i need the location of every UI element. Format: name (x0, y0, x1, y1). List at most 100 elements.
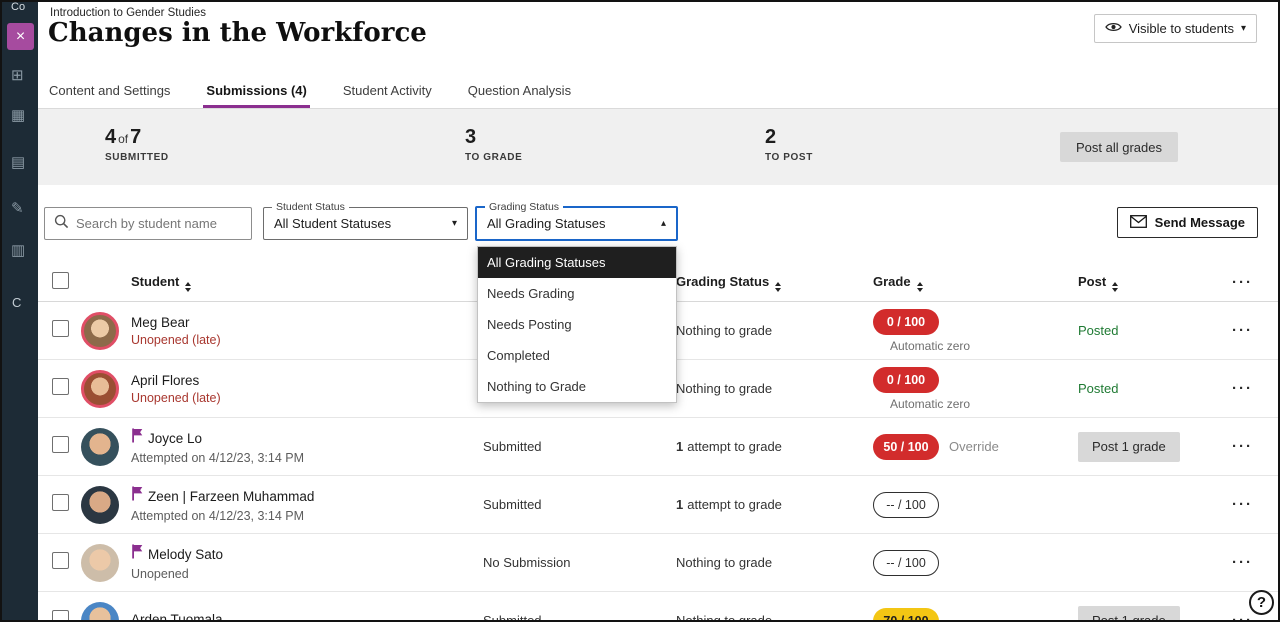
menu-item-all-grading-statuses[interactable]: All Grading Statuses (478, 247, 676, 278)
menu-item-needs-grading[interactable]: Needs Grading (478, 278, 676, 309)
grade-note: Automatic zero (890, 339, 1078, 353)
tab-submissions[interactable]: Submissions (4) (203, 72, 309, 108)
avatar (81, 370, 119, 408)
post-status: Posted (1078, 323, 1118, 338)
table-row: Joyce Lo Attempted on 4/12/23, 3:14 PM S… (38, 418, 1278, 476)
to-grade-stat: 3 TO GRADE (465, 126, 522, 163)
grading-status-text: Nothing to grade (676, 323, 772, 338)
submission-status: No Submission (483, 555, 676, 570)
rail-text-fragment: C (12, 295, 21, 310)
to-post-count: 2 (765, 126, 776, 148)
grading-status-menu: All Grading Statuses Needs Grading Needs… (477, 246, 677, 403)
grading-status-select[interactable]: Grading Status All Grading Statuses ▴ (475, 206, 678, 241)
select-all-checkbox[interactable] (52, 272, 69, 289)
student-status-label: Student Status (272, 201, 349, 213)
grade-note: Automatic zero (890, 397, 1078, 411)
send-message-label: Send Message (1155, 215, 1245, 230)
to-grade-label: TO GRADE (465, 152, 522, 163)
help-button[interactable]: ? (1249, 590, 1274, 615)
left-rail: Co × ⊞ ▦ ▤ ✎ ▥ C (2, 2, 38, 620)
row-menu-button[interactable]: ··· (1232, 322, 1253, 339)
grading-status-text: Nothing to grade (676, 555, 772, 570)
grade-pill: 0 / 100 (873, 309, 939, 335)
row-menu-button[interactable]: ··· (1232, 554, 1253, 571)
search-icon (54, 214, 69, 234)
avatar (81, 544, 119, 582)
grade-pill: -- / 100 (873, 550, 939, 576)
student-name[interactable]: April Flores (131, 373, 199, 388)
row-menu-button[interactable]: ··· (1232, 612, 1253, 621)
post-all-grades-button[interactable]: Post all grades (1060, 132, 1178, 162)
close-panel-button[interactable]: × (7, 23, 34, 50)
row-checkbox[interactable] (52, 378, 69, 395)
flag-icon (131, 544, 143, 564)
student-subtext: Unopened (late) (131, 333, 483, 347)
grading-status-text: Nothing to grade (676, 613, 772, 620)
main-content: Introduction to Gender Studies Changes i… (38, 2, 1278, 620)
menu-item-nothing-to-grade[interactable]: Nothing to Grade (478, 371, 676, 402)
search-input[interactable] (76, 216, 252, 231)
tab-content-and-settings[interactable]: Content and Settings (46, 72, 173, 108)
row-menu-button[interactable]: ··· (1232, 380, 1253, 397)
row-checkbox[interactable] (52, 610, 69, 621)
row-checkbox[interactable] (52, 320, 69, 337)
grading-count: 1 (676, 439, 683, 454)
row-checkbox[interactable] (52, 436, 69, 453)
student-name[interactable]: Meg Bear (131, 315, 190, 330)
grading-status-label: Grading Status (485, 201, 563, 213)
submitted-total: 7 (130, 126, 141, 148)
document-icon[interactable]: ▤ (11, 153, 25, 171)
window-icon[interactable]: ⊞ (11, 66, 24, 84)
student-name[interactable]: Joyce Lo (148, 431, 202, 446)
table-row: Zeen | Farzeen Muhammad Attempted on 4/1… (38, 476, 1278, 534)
row-menu-button[interactable]: ··· (1232, 496, 1253, 513)
post-grade-button[interactable]: Post 1 grade (1078, 432, 1180, 462)
table-options-button[interactable]: ··· (1232, 274, 1253, 291)
grading-status-text: Nothing to grade (676, 381, 772, 396)
override-label: Override (949, 439, 999, 454)
to-post-label: TO POST (765, 152, 813, 163)
post-status: Posted (1078, 381, 1118, 396)
page-title: Changes in the Workforce (48, 18, 427, 48)
tab-student-activity[interactable]: Student Activity (340, 72, 435, 108)
chevron-down-icon: ▾ (452, 218, 457, 229)
to-grade-count: 3 (465, 126, 476, 148)
student-status-select[interactable]: Student Status All Student Statuses ▾ (263, 207, 468, 240)
pencil-icon[interactable]: ✎ (11, 199, 24, 217)
tab-bar: Content and Settings Submissions (4) Stu… (38, 72, 1278, 109)
student-subtext: Attempted on 4/12/23, 3:14 PM (131, 509, 483, 523)
grading-status-text: attempt to grade (687, 497, 782, 512)
row-menu-button[interactable]: ··· (1232, 438, 1253, 455)
column-header-grade[interactable]: Grade (873, 274, 911, 289)
grading-status-value: All Grading Statuses (487, 216, 606, 231)
avatar (81, 602, 119, 621)
send-message-button[interactable]: Send Message (1117, 207, 1258, 238)
menu-item-needs-posting[interactable]: Needs Posting (478, 309, 676, 340)
eye-icon (1105, 21, 1122, 36)
student-name[interactable]: Zeen | Farzeen Muhammad (148, 489, 314, 504)
grid-icon[interactable]: ▦ (11, 106, 25, 124)
column-header-student[interactable]: Student (131, 274, 179, 289)
row-checkbox[interactable] (52, 494, 69, 511)
menu-item-completed[interactable]: Completed (478, 340, 676, 371)
submitted-label: SUBMITTED (105, 152, 169, 163)
grade-pill: 70 / 100 (873, 608, 939, 621)
avatar (81, 312, 119, 350)
submitted-stat: 4of7 SUBMITTED (105, 126, 169, 163)
list-icon[interactable]: ▥ (11, 241, 25, 259)
post-grade-button[interactable]: Post 1 grade (1078, 606, 1180, 621)
tab-question-analysis[interactable]: Question Analysis (465, 72, 574, 108)
envelope-icon (1130, 215, 1147, 231)
student-name[interactable]: Arden Tuomala (131, 612, 223, 621)
visibility-dropdown-button[interactable]: Visible to students ▾ (1094, 14, 1257, 43)
student-name[interactable]: Melody Sato (148, 547, 223, 562)
row-checkbox[interactable] (52, 552, 69, 569)
avatar (81, 428, 119, 466)
chevron-up-icon: ▴ (661, 218, 666, 229)
column-header-post[interactable]: Post (1078, 274, 1106, 289)
table-row: Arden Tuomala Submitted Nothing to grade… (38, 592, 1278, 620)
column-header-grading-status[interactable]: Grading Status (676, 274, 769, 289)
student-status-value: All Student Statuses (274, 216, 391, 231)
student-subtext: Unopened (131, 567, 483, 581)
student-search (44, 207, 252, 240)
